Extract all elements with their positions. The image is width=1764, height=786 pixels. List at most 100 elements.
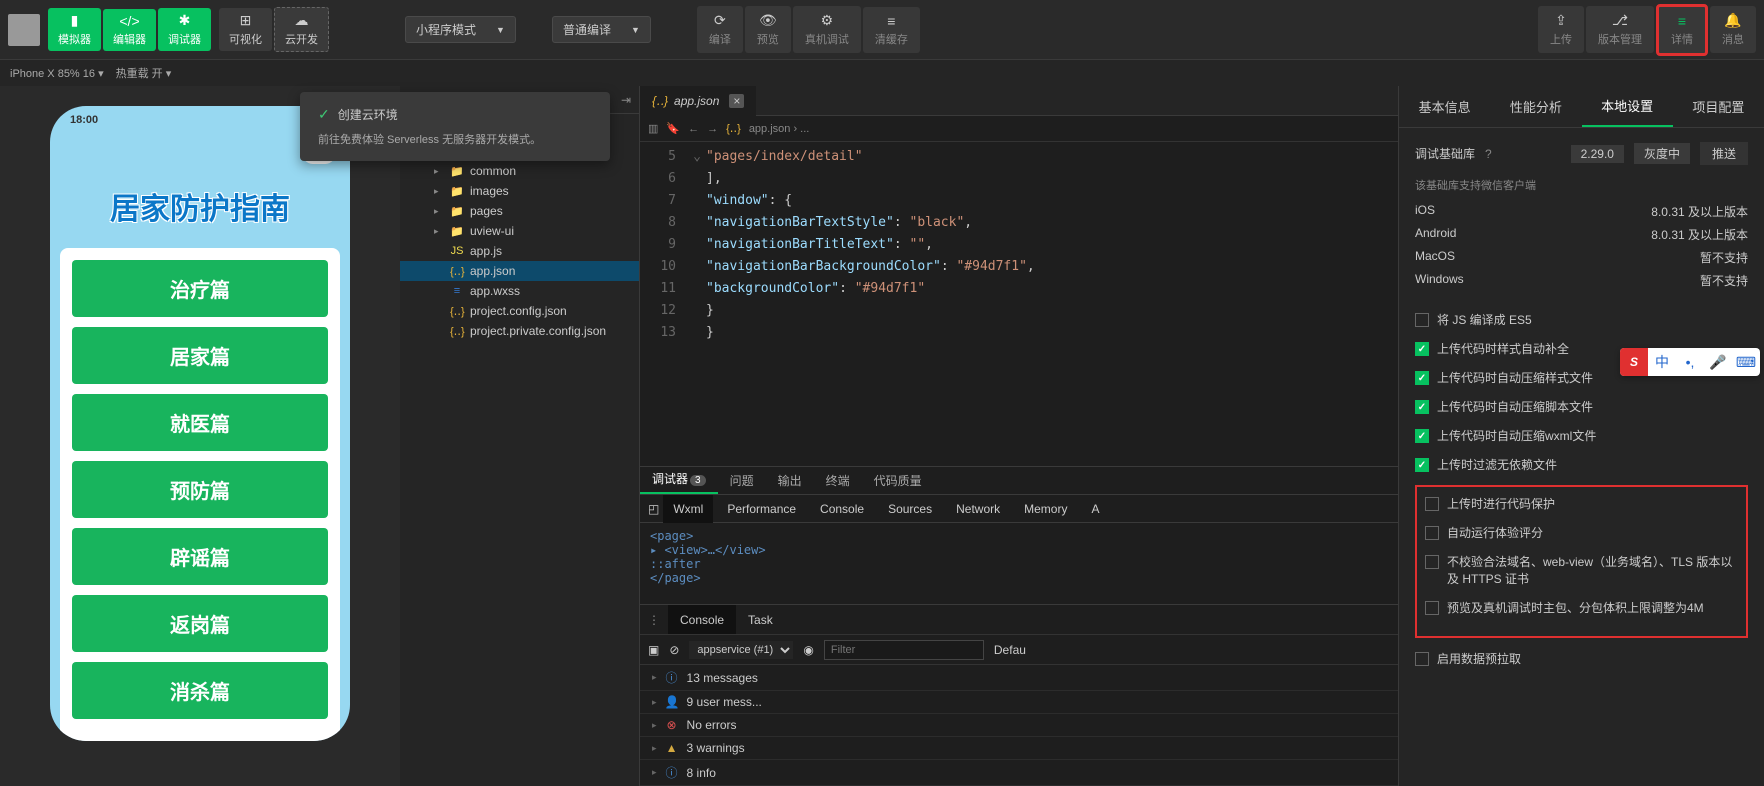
checkbox[interactable]: ✓ [1415, 342, 1429, 356]
sim-menu-button[interactable]: 返岗篇 [72, 595, 328, 652]
tab-memory[interactable]: Memory [1014, 495, 1077, 523]
tab-debugger[interactable]: 调试器3 [640, 465, 718, 494]
checkbox[interactable] [1415, 652, 1429, 666]
setting-checkbox-row[interactable]: 将 JS 编译成 ES5 [1415, 311, 1748, 328]
sidebar-icon[interactable]: ▣ [648, 643, 659, 657]
version-button[interactable]: ⎇版本管理 [1586, 6, 1654, 53]
tab-task-drawer[interactable]: Task [736, 605, 785, 635]
tree-item[interactable]: ▸📁uview-ui [400, 221, 639, 241]
ime-lang[interactable]: 中 [1648, 348, 1676, 376]
sim-menu-button[interactable]: 治疗篇 [72, 260, 328, 317]
compile-button[interactable]: ⟳编译 [697, 6, 743, 53]
sim-menu-button[interactable]: 居家篇 [72, 327, 328, 384]
tree-item[interactable]: {‥}project.private.config.json [400, 321, 639, 341]
ime-punct-icon[interactable]: •, [1676, 348, 1704, 376]
tab-performance[interactable]: Performance [717, 495, 806, 523]
ime-bar[interactable]: S 中 •, 🎤 ⌨ [1620, 348, 1760, 376]
console-msg-row[interactable]: ▸ⓘ13 messages [640, 665, 1398, 691]
setting-checkbox-row[interactable]: ✓上传代码时自动压缩wxml文件 [1415, 427, 1748, 444]
sim-menu-button[interactable]: 就医篇 [72, 394, 328, 451]
remote-debug-button[interactable]: ⚙真机调试 [793, 6, 861, 53]
tree-item[interactable]: {‥}project.config.json [400, 301, 639, 321]
close-icon[interactable]: × [729, 94, 744, 108]
tab-localsettings[interactable]: 本地设置 [1582, 86, 1673, 127]
checkbox[interactable]: ✓ [1415, 458, 1429, 472]
checkbox[interactable]: ✓ [1415, 400, 1429, 414]
checkbox[interactable] [1415, 313, 1429, 327]
sim-menu-button[interactable]: 消杀篇 [72, 662, 328, 719]
message-button[interactable]: 🔔消息 [1710, 6, 1756, 53]
console-msg-row[interactable]: ▸👤9 user mess... [640, 691, 1398, 714]
dom-inspector[interactable]: <page> ▸ <view>…</view> ::after</page> [640, 523, 1398, 604]
cloud-button[interactable]: ☁云开发 [274, 7, 329, 52]
checkbox[interactable] [1425, 526, 1439, 540]
mode-select[interactable]: 小程序模式▼ [405, 16, 516, 43]
cloud-notification[interactable]: ✓ 创建云环境 前往免费体验 Serverless 无服务器开发模式。 [300, 92, 610, 161]
debugger-button[interactable]: ✱调试器 [158, 8, 211, 51]
sim-menu-button[interactable]: 辟谣篇 [72, 528, 328, 585]
tab-sources[interactable]: Sources [878, 495, 942, 523]
code-editor[interactable]: 5678910111213 ⌄ "pages/index/detail" ], … [640, 142, 1398, 466]
clear-cache-button[interactable]: ≡清缓存 [863, 7, 920, 53]
console-msg-row[interactable]: ▸▲3 warnings [640, 737, 1398, 760]
detail-button[interactable]: ≡详情 [1656, 4, 1708, 56]
tab-network[interactable]: Network [946, 495, 1010, 523]
level-label[interactable]: Defau [994, 643, 1026, 657]
tree-item[interactable]: ▸📁pages [400, 201, 639, 221]
ime-keyboard-icon[interactable]: ⌨ [1732, 348, 1760, 376]
tree-item[interactable]: ≡app.wxss [400, 281, 639, 301]
setting-checkbox-row[interactable]: 预览及真机调试时主包、分包体积上限调整为4M [1425, 599, 1738, 616]
tree-item[interactable]: {‥}app.json [400, 261, 639, 281]
visual-button[interactable]: ⊞可视化 [219, 8, 272, 51]
checkbox[interactable] [1425, 555, 1439, 569]
split-icon[interactable]: ▥ [648, 122, 658, 135]
console-msg-row[interactable]: ▸⊗No errors [640, 714, 1398, 737]
tab-console[interactable]: Console [810, 495, 874, 523]
back-icon[interactable]: ← [688, 123, 699, 135]
tab-terminal[interactable]: 终端 [814, 467, 862, 494]
setting-checkbox-row[interactable]: 自动运行体验评分 [1425, 524, 1738, 541]
setting-checkbox-row[interactable]: 上传时进行代码保护 [1425, 495, 1738, 512]
tab-codequality[interactable]: 代码质量 [862, 467, 934, 494]
tab-basicinfo[interactable]: 基本信息 [1399, 86, 1490, 127]
filter-input[interactable] [824, 640, 984, 660]
tab-problems[interactable]: 问题 [718, 467, 766, 494]
hot-reload-toggle[interactable]: 热重载 开 ▾ [116, 65, 172, 81]
upload-button[interactable]: ⇪上传 [1538, 6, 1584, 53]
checkbox[interactable]: ✓ [1415, 371, 1429, 385]
console-msg-row[interactable]: ▸ⓘ8 info [640, 760, 1398, 786]
checkbox[interactable] [1425, 601, 1439, 615]
ime-mic-icon[interactable]: 🎤 [1704, 348, 1732, 376]
tab-wxml[interactable]: Wxml [663, 495, 713, 523]
tree-item[interactable]: ▸📁common [400, 161, 639, 181]
editor-tab-appjson[interactable]: {‥} app.json × [640, 86, 756, 116]
device-select[interactable]: iPhone X 85% 16 ▾ [10, 67, 104, 80]
setting-checkbox-row[interactable]: 启用数据预拉取 [1415, 650, 1748, 667]
compile-select[interactable]: 普通编译▼ [552, 16, 651, 43]
checkbox[interactable] [1425, 497, 1439, 511]
setting-checkbox-row[interactable]: 不校验合法域名、web-view（业务域名）、TLS 版本以及 HTTPS 证书 [1425, 553, 1738, 587]
tree-item[interactable]: JSapp.js [400, 241, 639, 261]
setting-checkbox-row[interactable]: ✓上传时过滤无依赖文件 [1415, 456, 1748, 473]
tab-perf[interactable]: 性能分析 [1490, 86, 1581, 127]
checkbox[interactable]: ✓ [1415, 429, 1429, 443]
forward-icon[interactable]: → [707, 123, 718, 135]
tab-more[interactable]: A [1081, 495, 1109, 523]
eye-icon[interactable]: ◉ [803, 643, 813, 657]
tab-projectconfig[interactable]: 项目配置 [1673, 86, 1764, 127]
bookmark-icon[interactable]: 🔖 [666, 122, 680, 135]
context-select[interactable]: appservice (#1) [689, 641, 793, 659]
clear-icon[interactable]: ⊘ [669, 643, 679, 657]
tab-output[interactable]: 输出 [766, 467, 814, 494]
sim-menu-button[interactable]: 预防篇 [72, 461, 328, 518]
inspect-icon[interactable]: ◰ [648, 502, 659, 516]
help-icon[interactable]: ? [1485, 147, 1492, 161]
preview-button[interactable]: 👁预览 [745, 6, 791, 53]
new-file-icon[interactable]: ⇥ [621, 93, 631, 107]
setting-checkbox-row[interactable]: ✓上传代码时自动压缩脚本文件 [1415, 398, 1748, 415]
simulator-button[interactable]: ▮模拟器 [48, 8, 101, 51]
push-button[interactable]: 推送 [1700, 142, 1748, 165]
drag-icon[interactable]: ⋮ [640, 613, 668, 627]
tab-console-drawer[interactable]: Console [668, 605, 736, 635]
avatar[interactable] [8, 14, 40, 46]
